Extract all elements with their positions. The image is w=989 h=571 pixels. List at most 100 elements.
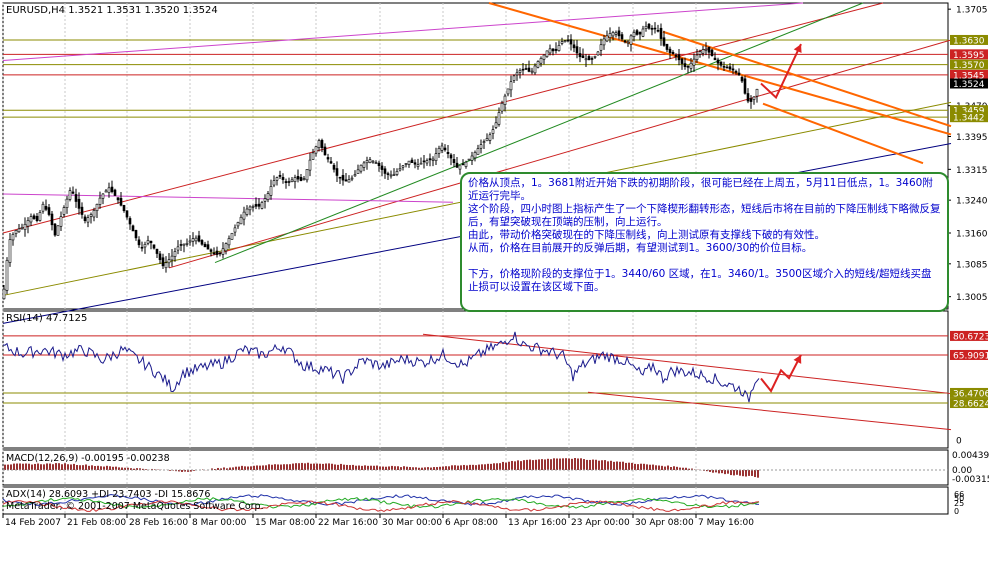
price-axis-label: 1.3630: [953, 36, 985, 46]
candle-body: [227, 238, 231, 246]
candle-body: [575, 46, 579, 54]
candle-body: [470, 155, 474, 161]
candle-body: [650, 27, 654, 30]
candle-body: [353, 174, 357, 177]
time-axis-label: 13 Apr 16:00: [508, 518, 567, 528]
macd-bar: [667, 465, 669, 470]
macd-bar: [511, 460, 513, 470]
candle-body: [560, 41, 564, 44]
candle-body: [608, 33, 612, 38]
macd-bar: [61, 464, 63, 470]
rsi-axis-label: 80.6723: [953, 332, 989, 342]
macd-bar: [739, 470, 741, 476]
candle-body: [35, 215, 39, 221]
candle-body: [44, 206, 48, 210]
candle-body: [200, 240, 204, 245]
macd-bar: [238, 466, 240, 470]
candle-body: [692, 58, 696, 66]
candle-body: [590, 58, 594, 60]
candle-body: [248, 206, 252, 211]
macd-bar: [487, 463, 489, 470]
macd-bar: [589, 459, 591, 470]
candle-body: [623, 40, 627, 43]
macd-bar: [478, 464, 480, 470]
macd-bar: [469, 464, 471, 470]
candle-body: [191, 238, 195, 242]
candle-body: [95, 203, 99, 212]
candle-body: [395, 171, 399, 175]
candle-body: [41, 203, 45, 212]
macd-bar: [16, 463, 18, 470]
candle-body: [302, 178, 306, 180]
macd-bar: [403, 466, 405, 470]
macd-bar: [709, 470, 711, 472]
macd-bar: [526, 459, 528, 470]
macd-bar: [463, 464, 465, 470]
candle-body: [734, 71, 738, 73]
macd-bar: [10, 464, 12, 470]
candle-body: [47, 207, 51, 215]
candle-body: [587, 56, 591, 61]
macd-bar: [349, 465, 351, 470]
price-axis-label: 1.3315: [956, 166, 988, 176]
macd-bar: [565, 458, 567, 470]
macd-bar: [529, 459, 531, 470]
macd-bar: [103, 466, 105, 470]
rsi-axis-label: 36.4706: [953, 389, 989, 399]
candle-body: [128, 218, 132, 225]
macd-bar: [619, 461, 621, 470]
price-pane-header: EURUSD,H4 1.3521 1.3531 1.3520 1.3524: [6, 5, 218, 16]
candle-body: [173, 251, 177, 257]
candle-body: [419, 162, 423, 165]
candle-body: [596, 51, 600, 56]
candle-body: [632, 32, 636, 37]
macd-bar: [388, 466, 390, 470]
candle-body: [653, 27, 657, 30]
macd-bar: [361, 465, 363, 470]
macd-bar: [745, 470, 747, 477]
price-axis-label: 1.3395: [956, 133, 988, 143]
price-axis-label: 1.3160: [956, 230, 988, 240]
candle-body: [464, 161, 468, 167]
candle-body: [602, 38, 606, 46]
adx-axis-label: 0: [954, 507, 959, 516]
candle-body: [461, 163, 465, 166]
analysis-paragraph-1: 价格从顶点，1。3681附近开始下跌的初期阶段，很可能已经在上周五，5月11日低…: [468, 177, 933, 202]
macd-bar: [616, 461, 618, 470]
candle-body: [533, 65, 537, 74]
candle-body: [413, 162, 417, 165]
candle-body: [725, 66, 729, 69]
macd-bar: [550, 459, 552, 470]
candle-body: [245, 208, 249, 215]
candle-body: [737, 72, 741, 76]
macd-bar: [58, 463, 60, 470]
candle-body: [641, 28, 645, 37]
macd-bar: [382, 466, 384, 470]
candle-body: [677, 54, 681, 61]
candle-body: [719, 61, 723, 66]
candle-body: [752, 96, 756, 100]
candle-body: [137, 239, 141, 246]
candle-body: [212, 252, 216, 255]
macd-bar: [145, 469, 147, 470]
macd-bar: [244, 466, 246, 470]
macd-bar: [316, 463, 318, 470]
candle-body: [62, 207, 66, 215]
candle-body: [707, 46, 711, 53]
macd-bar: [262, 465, 264, 470]
candle-body: [32, 215, 36, 219]
candle-body: [182, 243, 186, 246]
candle-body: [92, 210, 96, 218]
candle-body: [716, 59, 720, 64]
candle-body: [485, 138, 489, 142]
macd-bar: [181, 470, 183, 472]
candle-body: [593, 56, 597, 58]
candle-body: [203, 243, 207, 248]
candle-body: [221, 248, 225, 255]
macd-bar: [31, 464, 33, 470]
candle-body: [755, 88, 759, 97]
price-axis-label: 1.3524: [953, 80, 985, 90]
macd-bar: [97, 465, 99, 470]
candle-body: [410, 159, 414, 163]
candle-body: [656, 30, 660, 32]
